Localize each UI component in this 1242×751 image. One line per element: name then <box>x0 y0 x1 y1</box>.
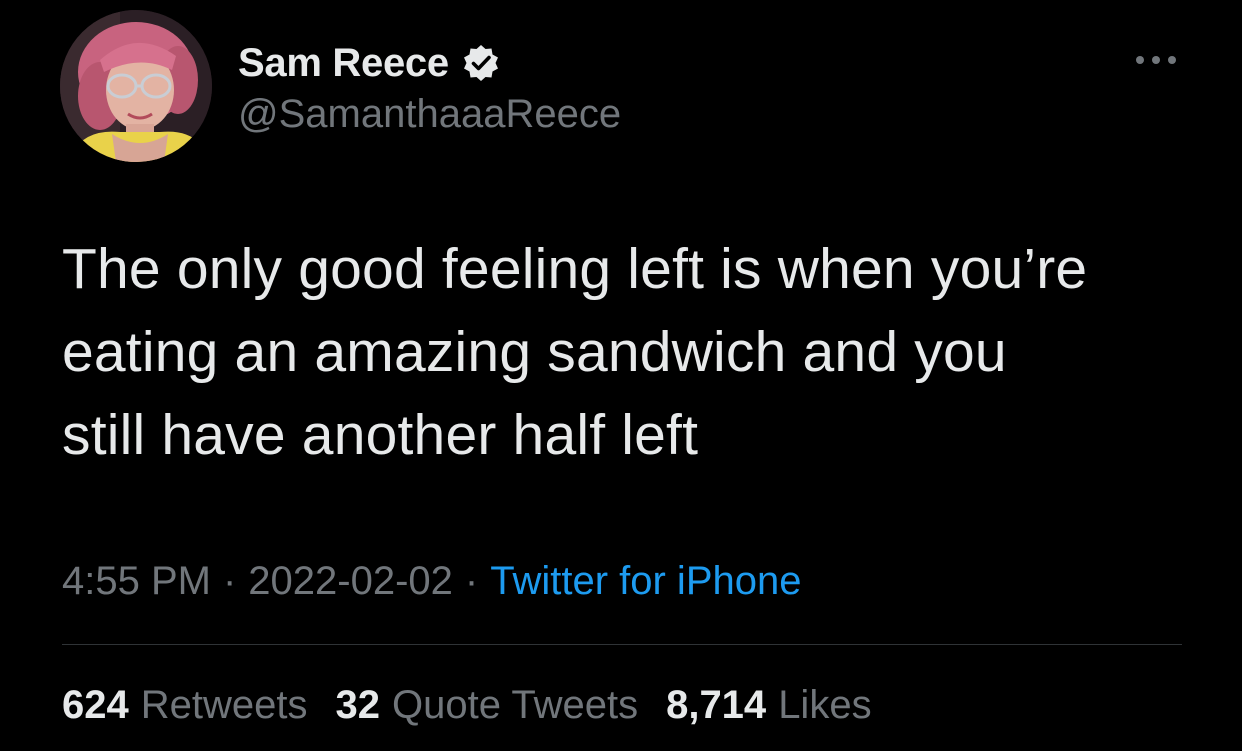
tweet-time[interactable]: 4:55 PM <box>62 559 211 604</box>
tweet-card: Sam Reece @SamanthaaaReece The only good… <box>0 0 1242 751</box>
retweets-label: Retweets <box>140 682 308 727</box>
quote-tweets-stat[interactable]: 32 Quote Tweets <box>336 683 639 728</box>
tweet-date[interactable]: 2022-02-02 <box>248 559 453 604</box>
quote-tweets-label: Quote Tweets <box>392 682 639 727</box>
tweet-stats: 624 Retweets 32 Quote Tweets 8,714 Likes <box>62 680 872 730</box>
meta-separator: · <box>222 558 237 603</box>
likes-count: 8,714 <box>666 682 767 727</box>
retweets-count: 624 <box>62 682 129 727</box>
likes-label: Likes <box>778 682 872 727</box>
quote-tweets-count: 32 <box>335 682 381 727</box>
meta-separator: · <box>464 558 479 603</box>
verified-badge-icon <box>461 43 501 83</box>
author-row: Sam Reece <box>238 38 501 88</box>
likes-stat[interactable]: 8,714 Likes <box>666 683 872 728</box>
avatar-image <box>60 10 212 162</box>
more-options-icon[interactable] <box>1134 52 1178 68</box>
divider <box>62 644 1182 645</box>
author-handle[interactable]: @SamanthaaaReece <box>238 92 621 137</box>
tweet-meta: 4:55 PM · 2022-02-02 · Twitter for iPhon… <box>62 556 801 606</box>
tweet-text: The only good feeling left is when you’r… <box>62 237 1088 467</box>
avatar[interactable] <box>60 10 212 162</box>
retweets-stat[interactable]: 624 Retweets <box>62 683 308 728</box>
display-name[interactable]: Sam Reece <box>238 41 449 86</box>
tweet-source-link[interactable]: Twitter for iPhone <box>490 559 801 604</box>
